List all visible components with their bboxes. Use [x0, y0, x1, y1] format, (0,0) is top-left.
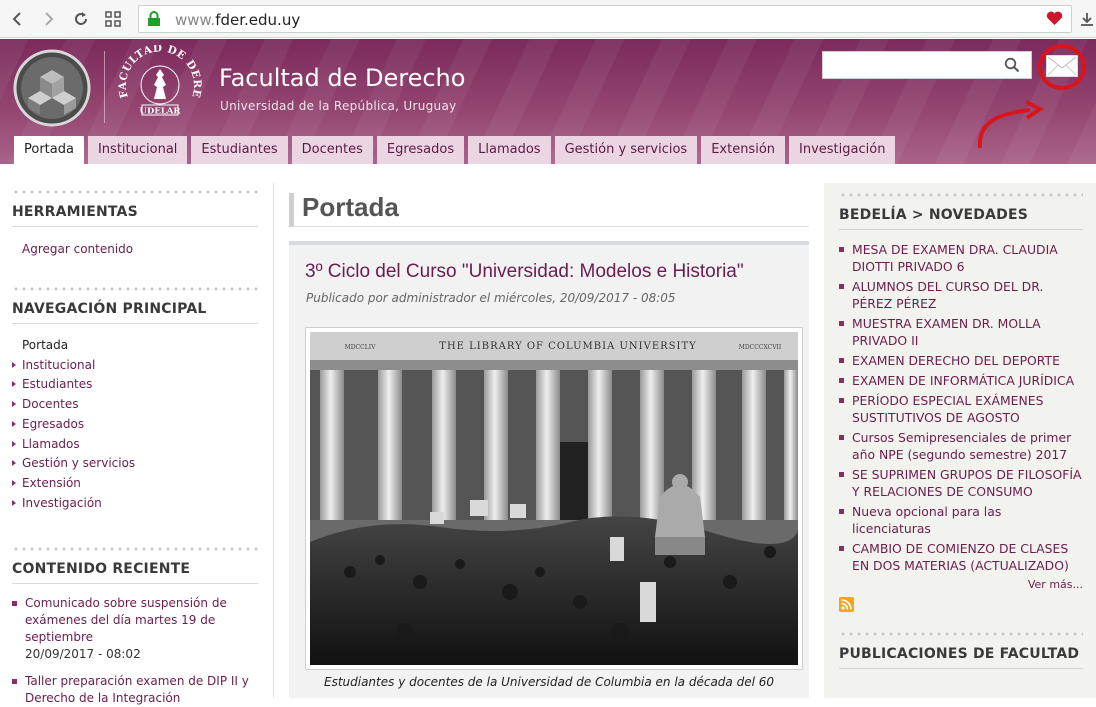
- nav-item-estudiantes[interactable]: Estudiantes: [12, 375, 258, 395]
- list-item[interactable]: Taller preparación examen de DIP II y De…: [12, 673, 258, 707]
- add-content-link[interactable]: Agregar contenido: [22, 242, 258, 256]
- address-bar[interactable]: www.fder.edu.uy: [138, 5, 1072, 33]
- nav-item-investigacion[interactable]: Investigación: [12, 494, 258, 514]
- article-title[interactable]: 3º Ciclo del Curso "Universidad: Modelos…: [305, 261, 744, 283]
- list-item[interactable]: SE SUPRIMEN GRUPOS DE FILOSOFÍA Y RELACI…: [839, 466, 1083, 500]
- right-sidebar: BEDELÍA > NOVEDADES MESA DE EXAMEN DRA. …: [824, 183, 1096, 698]
- list-item[interactable]: EXAMEN DERECHO DEL DEPORTE: [839, 352, 1083, 369]
- browser-toolbar: www.fder.edu.uy: [0, 0, 1096, 38]
- menu-item-investigacion[interactable]: Investigación: [789, 136, 896, 164]
- search-input[interactable]: [822, 51, 1032, 79]
- left-sidebar: HERRAMIENTAS Agregar contenido NAVEGACIÓ…: [12, 190, 258, 707]
- featured-article: 3º Ciclo del Curso "Universidad: Modelos…: [289, 241, 809, 698]
- site-header: FACULTAD DE DERECHO UDELAR Facultad de D…: [0, 39, 1096, 164]
- list-item[interactable]: CAMBIO DE COMIENZO DE CLASES EN DOS MATE…: [839, 540, 1083, 574]
- mail-button[interactable]: [1046, 55, 1078, 77]
- article-photo[interactable]: THE LIBRARY OF COLUMBIA UNIVERSITY MDCCL…: [310, 332, 798, 665]
- menu-item-portada[interactable]: Portada: [14, 136, 84, 164]
- publications-block-title: PUBLICACIONES DE FACULTAD: [839, 646, 1083, 669]
- url-text: www.fder.edu.uy: [175, 11, 301, 29]
- main-menu: Portada Institucional Estudiantes Docent…: [14, 136, 896, 164]
- recent-content-title: CONTENIDO RECIENTE: [12, 561, 258, 585]
- envelope-icon: [1047, 56, 1077, 76]
- more-news-link[interactable]: Ver más...: [839, 578, 1083, 591]
- article-photo-frame: THE LIBRARY OF COLUMBIA UNIVERSITY MDCCL…: [305, 327, 803, 670]
- menu-item-estudiantes[interactable]: Estudiantes: [191, 136, 288, 164]
- heart-icon[interactable]: [1046, 11, 1063, 30]
- news-list: MESA DE EXAMEN DRA. CLAUDIA DIOTTI PRIVA…: [839, 241, 1083, 574]
- menu-item-gestion-servicios[interactable]: Gestión y servicios: [554, 136, 698, 164]
- menu-item-docentes[interactable]: Docentes: [291, 136, 373, 164]
- svg-text:MDCCCXCVII: MDCCCXCVII: [739, 344, 782, 351]
- nav-item-portada[interactable]: Portada: [12, 336, 258, 356]
- tools-block-title: HERRAMIENTAS: [12, 204, 258, 227]
- list-item[interactable]: Cursos Semipresenciales de primer año NP…: [839, 429, 1083, 463]
- recent-content-list: Comunicado sobre suspensión de exámenes …: [12, 595, 258, 707]
- nav-item-extension[interactable]: Extensión: [12, 474, 258, 494]
- reload-icon[interactable]: [70, 8, 92, 30]
- search-icon[interactable]: [1004, 57, 1020, 77]
- news-block-title: BEDELÍA > NOVEDADES: [839, 207, 1083, 230]
- faculty-seal-logo: FACULTAD DE DERECHO UDELAR: [109, 39, 206, 131]
- cube-logo[interactable]: [12, 48, 92, 132]
- apps-grid-icon[interactable]: [102, 8, 124, 30]
- svg-text:MDCCLIV: MDCCLIV: [345, 344, 376, 351]
- menu-item-extension[interactable]: Extensión: [701, 136, 786, 164]
- page-title: Portada: [302, 192, 399, 222]
- nav-item-docentes[interactable]: Docentes: [12, 395, 258, 415]
- list-item[interactable]: ALUMNOS DEL CURSO DEL DR. PÉREZ PÉREZ: [839, 278, 1083, 312]
- download-icon[interactable]: [1078, 8, 1096, 30]
- list-item[interactable]: MESA DE EXAMEN DRA. CLAUDIA DIOTTI PRIVA…: [839, 241, 1083, 275]
- article-meta: Publicado por administrador el miércoles…: [306, 291, 676, 305]
- list-item[interactable]: PERÍODO ESPECIAL EXÁMENES SUSTITUTIVOS D…: [839, 392, 1083, 426]
- list-item[interactable]: Comunicado sobre suspensión de exámenes …: [12, 595, 258, 663]
- rss-feed-icon[interactable]: [839, 597, 854, 612]
- back-icon[interactable]: [6, 8, 28, 30]
- site-title[interactable]: Facultad de Derecho: [219, 64, 465, 92]
- main-nav-title: NAVEGACIÓN PRINCIPAL: [12, 301, 258, 324]
- nav-item-institucional[interactable]: Institucional: [12, 356, 258, 376]
- svg-text:UDELAR: UDELAR: [140, 107, 182, 117]
- nav-item-egresados[interactable]: Egresados: [12, 415, 258, 435]
- lock-icon: [147, 11, 161, 31]
- list-item[interactable]: EXAMEN DE INFORMÁTICA JURÍDICA: [839, 372, 1083, 389]
- main-nav-list: Portada Institucional Estudiantes Docent…: [12, 336, 258, 513]
- list-item[interactable]: Nueva opcional para las licenciaturas: [839, 503, 1083, 537]
- site-subtitle: Universidad de la República, Uruguay: [220, 99, 457, 113]
- post-date: 20/09/2017 - 08:02: [25, 647, 141, 662]
- forward-icon[interactable]: [38, 8, 60, 30]
- nav-item-llamados[interactable]: Llamados: [12, 435, 258, 455]
- nav-item-gestion-servicios[interactable]: Gestión y servicios: [12, 454, 258, 474]
- menu-item-egresados[interactable]: Egresados: [376, 136, 465, 164]
- menu-item-institucional[interactable]: Institucional: [87, 136, 188, 164]
- menu-item-llamados[interactable]: Llamados: [468, 136, 551, 164]
- page-title-bar: Portada: [289, 192, 809, 227]
- photo-caption: Estudiantes y docentes de la Universidad…: [323, 675, 774, 689]
- svg-text:THE LIBRARY OF COLUMBIA UNIVER: THE LIBRARY OF COLUMBIA UNIVERSITY: [439, 341, 696, 352]
- list-item[interactable]: MUESTRA EXAMEN DR. MOLLA PRIVADO II: [839, 315, 1083, 349]
